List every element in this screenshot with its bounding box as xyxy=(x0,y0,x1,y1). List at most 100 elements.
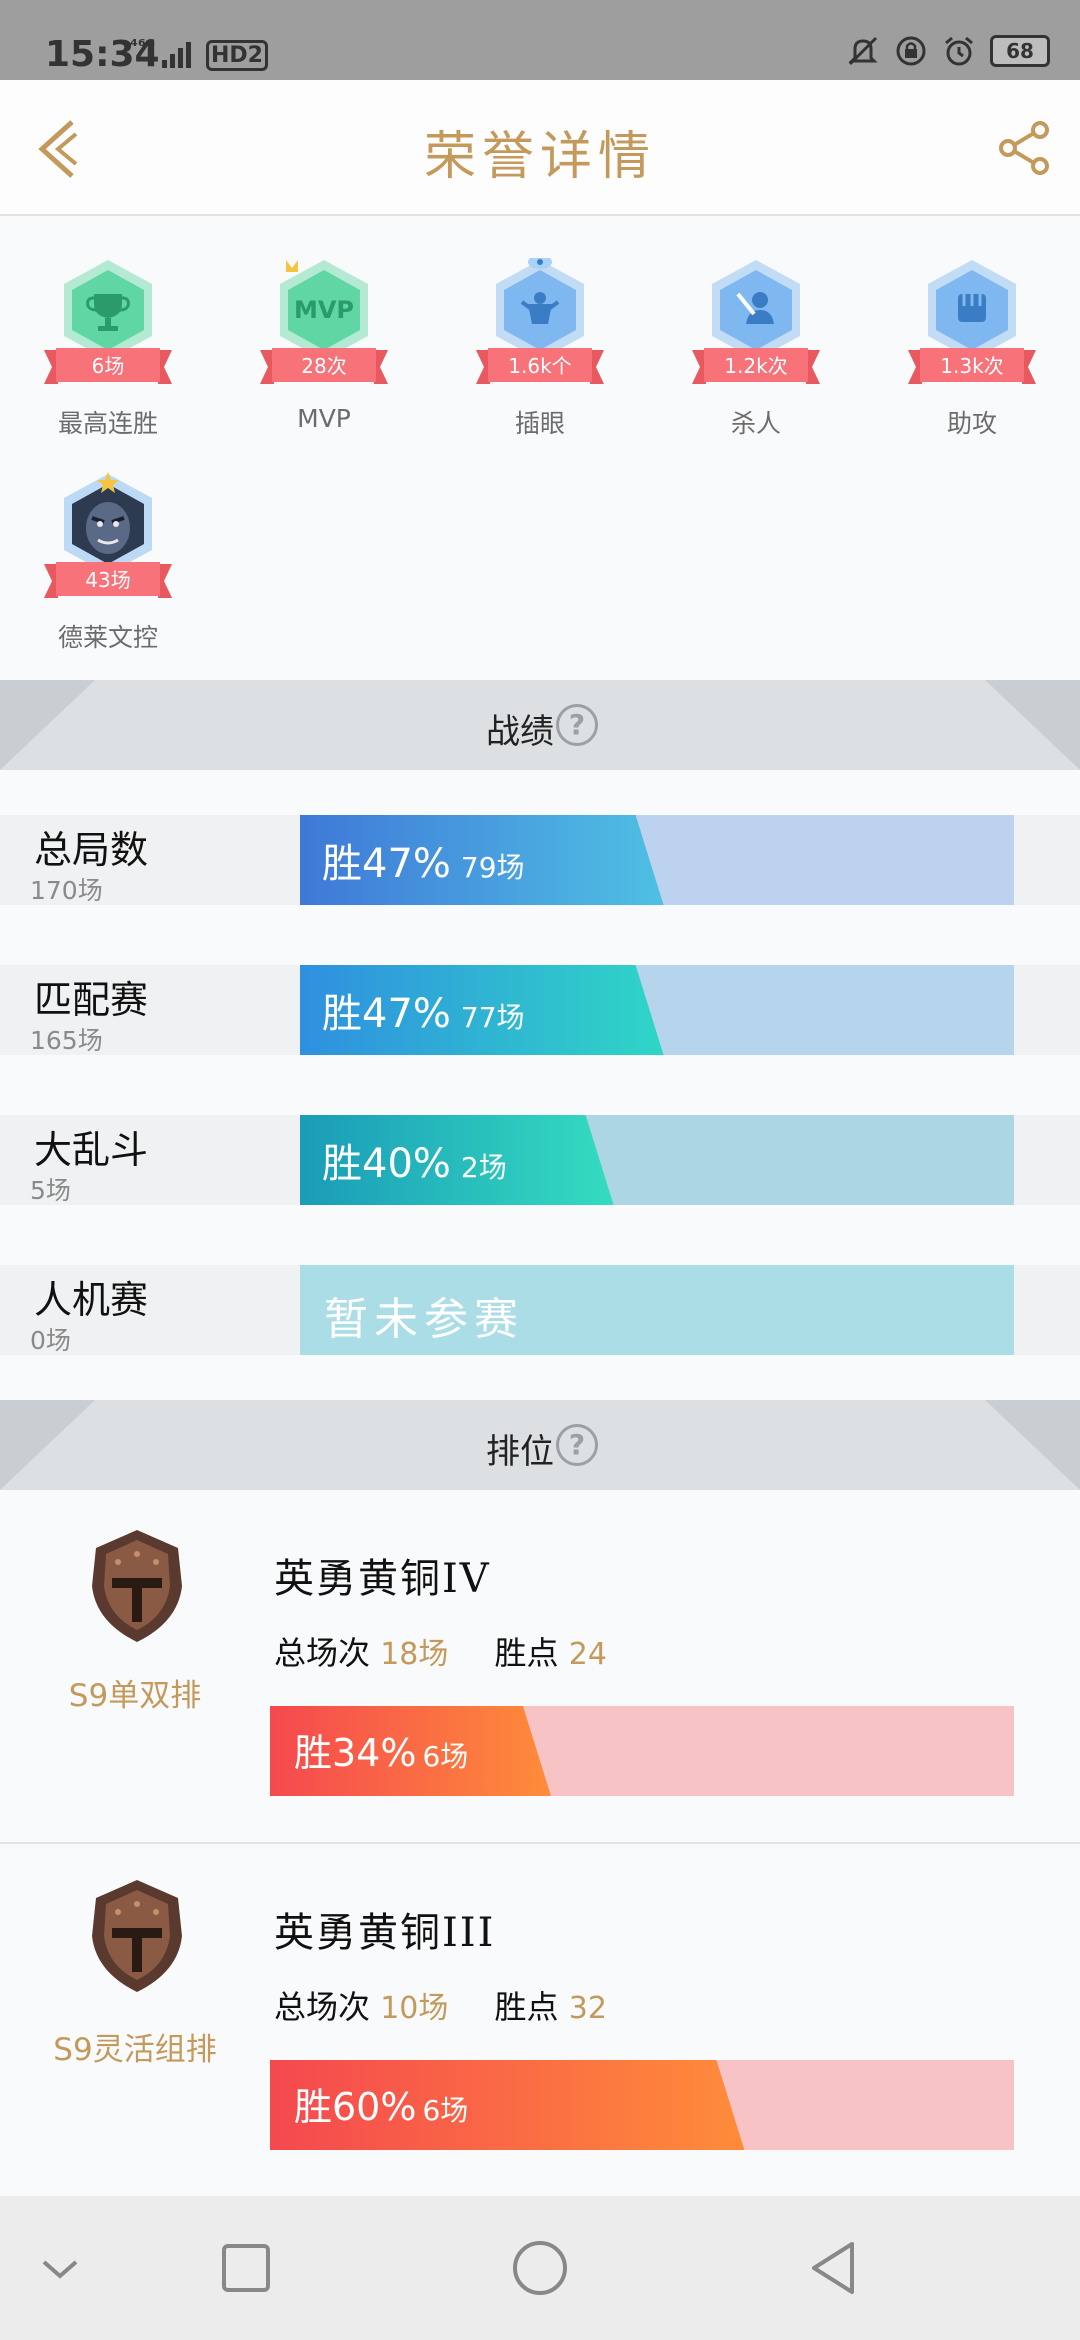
collapse-chevron-icon[interactable] xyxy=(28,2236,92,2300)
win-rate-bar: 暂未参赛 xyxy=(300,1265,1014,1355)
honor-badge[interactable]: 6场 最高连胜 xyxy=(38,238,178,438)
rank-stats: 总场次 18场 胜点 24 xyxy=(274,1628,607,1674)
status-bar: 15:34 ⁴⁶ᴳ HD2 68 xyxy=(0,0,1080,80)
rank-title: 英勇黄铜IV xyxy=(274,1556,491,1602)
record-count: 0场 xyxy=(30,1326,71,1355)
alarm-icon xyxy=(945,36,973,66)
help-icon[interactable]: ? xyxy=(556,1424,598,1466)
rank-stats: 总场次 10场 胜点 32 xyxy=(274,1982,607,2028)
rank-win-rate-text: 胜34% 6场 xyxy=(294,1722,468,1777)
rank-mode: S9单双排 xyxy=(68,1678,202,1714)
trophy-icon xyxy=(64,260,152,360)
back-nav-button[interactable] xyxy=(802,2236,866,2300)
ward-icon xyxy=(496,258,584,360)
kill-icon xyxy=(712,260,800,360)
svg-text:MVP: MVP xyxy=(294,296,354,324)
champion-portrait-icon xyxy=(64,472,152,574)
honor-value: 1.3k次 xyxy=(940,354,1004,378)
header: 荣誉详情 xyxy=(0,80,1080,216)
total-label: 总场次 xyxy=(274,1988,371,2026)
honors-grid: 6场 最高连胜 MVP 28次 MVP 1.6k个 插眼 1.2k次 杀人 1.… xyxy=(0,218,1080,678)
record-count: 5场 xyxy=(30,1176,71,1205)
rank-mode: S9灵活组排 xyxy=(53,2032,217,2068)
rank-card[interactable]: S9单双排 英勇黄铜IV 总场次 18场 胜点 24 胜34% 6场 xyxy=(0,1490,1080,1842)
record-row[interactable]: 总局数 170场 胜47% 79场 xyxy=(0,815,1080,905)
win-games: 77场 xyxy=(460,1001,525,1034)
honor-label: 德莱文控 xyxy=(57,623,158,652)
assist-icon xyxy=(928,260,1016,360)
win-rate-label: 胜40% xyxy=(322,1141,451,1187)
share-button[interactable] xyxy=(996,120,1052,176)
win-rate-bar: 胜40% 2场 xyxy=(300,1115,1014,1205)
help-icon[interactable]: ? xyxy=(556,704,598,746)
section-title: 战绩 xyxy=(486,712,554,752)
lock-rotation-icon xyxy=(896,36,926,66)
win-rate-label: 胜47% xyxy=(322,991,451,1037)
rank-win-rate-bar: 胜34% 6场 xyxy=(270,1706,1014,1796)
honor-label: MVP xyxy=(297,404,351,433)
total-label: 总场次 xyxy=(274,1634,371,1672)
total-games: 18场 xyxy=(380,1637,449,1672)
record-name: 匹配赛 xyxy=(34,978,149,1022)
signal-icon xyxy=(162,42,191,68)
win-rate-text: 胜47% 77场 xyxy=(322,981,525,1039)
home-button[interactable] xyxy=(508,2236,572,2300)
no-games-text: 暂未参赛 xyxy=(324,1294,524,1345)
points-label: 胜点 xyxy=(494,1988,559,2026)
win-games: 6场 xyxy=(422,1740,469,1773)
win-games: 79场 xyxy=(460,851,525,884)
win-rate-label: 胜47% xyxy=(322,841,451,887)
honor-badge[interactable]: 1.6k个 插眼 xyxy=(470,238,610,438)
honor-badge[interactable]: 1.3k次 助攻 xyxy=(902,238,1042,438)
rank-title: 英勇黄铜III xyxy=(274,1910,496,1956)
honor-badge[interactable]: 1.2k次 杀人 xyxy=(686,238,826,438)
win-rate-label: 胜60% xyxy=(294,2085,417,2129)
win-rate-text: 胜40% 2场 xyxy=(322,1131,507,1189)
rank-win-rate-text: 胜60% 6场 xyxy=(294,2076,468,2131)
honor-value: 28次 xyxy=(301,354,347,378)
mvp-icon: MVP xyxy=(280,260,368,360)
mute-notification-icon xyxy=(848,36,878,66)
recent-apps-button[interactable] xyxy=(214,2236,278,2300)
win-games: 2场 xyxy=(460,1151,507,1184)
honor-label: 杀人 xyxy=(730,409,781,438)
honor-value: 6场 xyxy=(91,354,125,378)
honor-badge[interactable]: 43场 德莱文控 xyxy=(38,452,178,652)
record-name: 总局数 xyxy=(34,828,149,872)
record-name: 大乱斗 xyxy=(34,1128,149,1172)
rank-win-rate-bar: 胜60% 6场 xyxy=(270,2060,1014,2150)
record-name: 人机赛 xyxy=(34,1278,149,1322)
bronze-helmet-icon xyxy=(92,1880,182,1992)
record-section-header: 战绩 ? xyxy=(0,680,1080,770)
record-row[interactable]: 大乱斗 5场 胜40% 2场 xyxy=(0,1115,1080,1205)
system-nav-bar xyxy=(0,2196,1080,2340)
rank-section-header: 排位 ? xyxy=(0,1400,1080,1490)
honor-label: 助攻 xyxy=(946,409,997,438)
honor-label: 插眼 xyxy=(514,409,565,438)
league-points: 24 xyxy=(568,1637,607,1672)
record-count: 165场 xyxy=(30,1026,103,1055)
record-row[interactable]: 人机赛 0场 暂未参赛 xyxy=(0,1265,1080,1355)
bronze-helmet-icon xyxy=(92,1530,182,1642)
win-rate-text: 胜47% 79场 xyxy=(322,831,525,889)
points-label: 胜点 xyxy=(494,1634,559,1672)
record-count: 170场 xyxy=(30,876,103,905)
battery-indicator: 68 xyxy=(990,35,1050,67)
honor-badge[interactable]: MVP 28次 MVP xyxy=(254,238,394,438)
win-rate-bar: 胜47% 77场 xyxy=(300,965,1014,1055)
page-title: 荣誉详情 xyxy=(423,127,656,187)
win-rate-label: 胜34% xyxy=(294,1731,417,1775)
win-rate-bar: 胜47% 79场 xyxy=(300,815,1014,905)
honor-label: 最高连胜 xyxy=(57,409,158,438)
honor-value: 1.2k次 xyxy=(724,354,788,378)
record-row[interactable]: 匹配赛 165场 胜47% 77场 xyxy=(0,965,1080,1055)
rank-card[interactable]: S9灵活组排 英勇黄铜III 总场次 10场 胜点 32 胜60% 6场 xyxy=(0,1844,1080,2196)
total-games: 10场 xyxy=(380,1991,449,2026)
network-indicator: ⁴⁶ᴳ xyxy=(130,36,156,57)
league-points: 32 xyxy=(568,1991,607,2026)
hd-indicator: HD2 xyxy=(206,40,268,71)
honor-value: 1.6k个 xyxy=(508,354,572,378)
honor-value: 43场 xyxy=(85,568,131,592)
win-games: 6场 xyxy=(422,2094,469,2127)
section-title: 排位 xyxy=(486,1432,554,1472)
